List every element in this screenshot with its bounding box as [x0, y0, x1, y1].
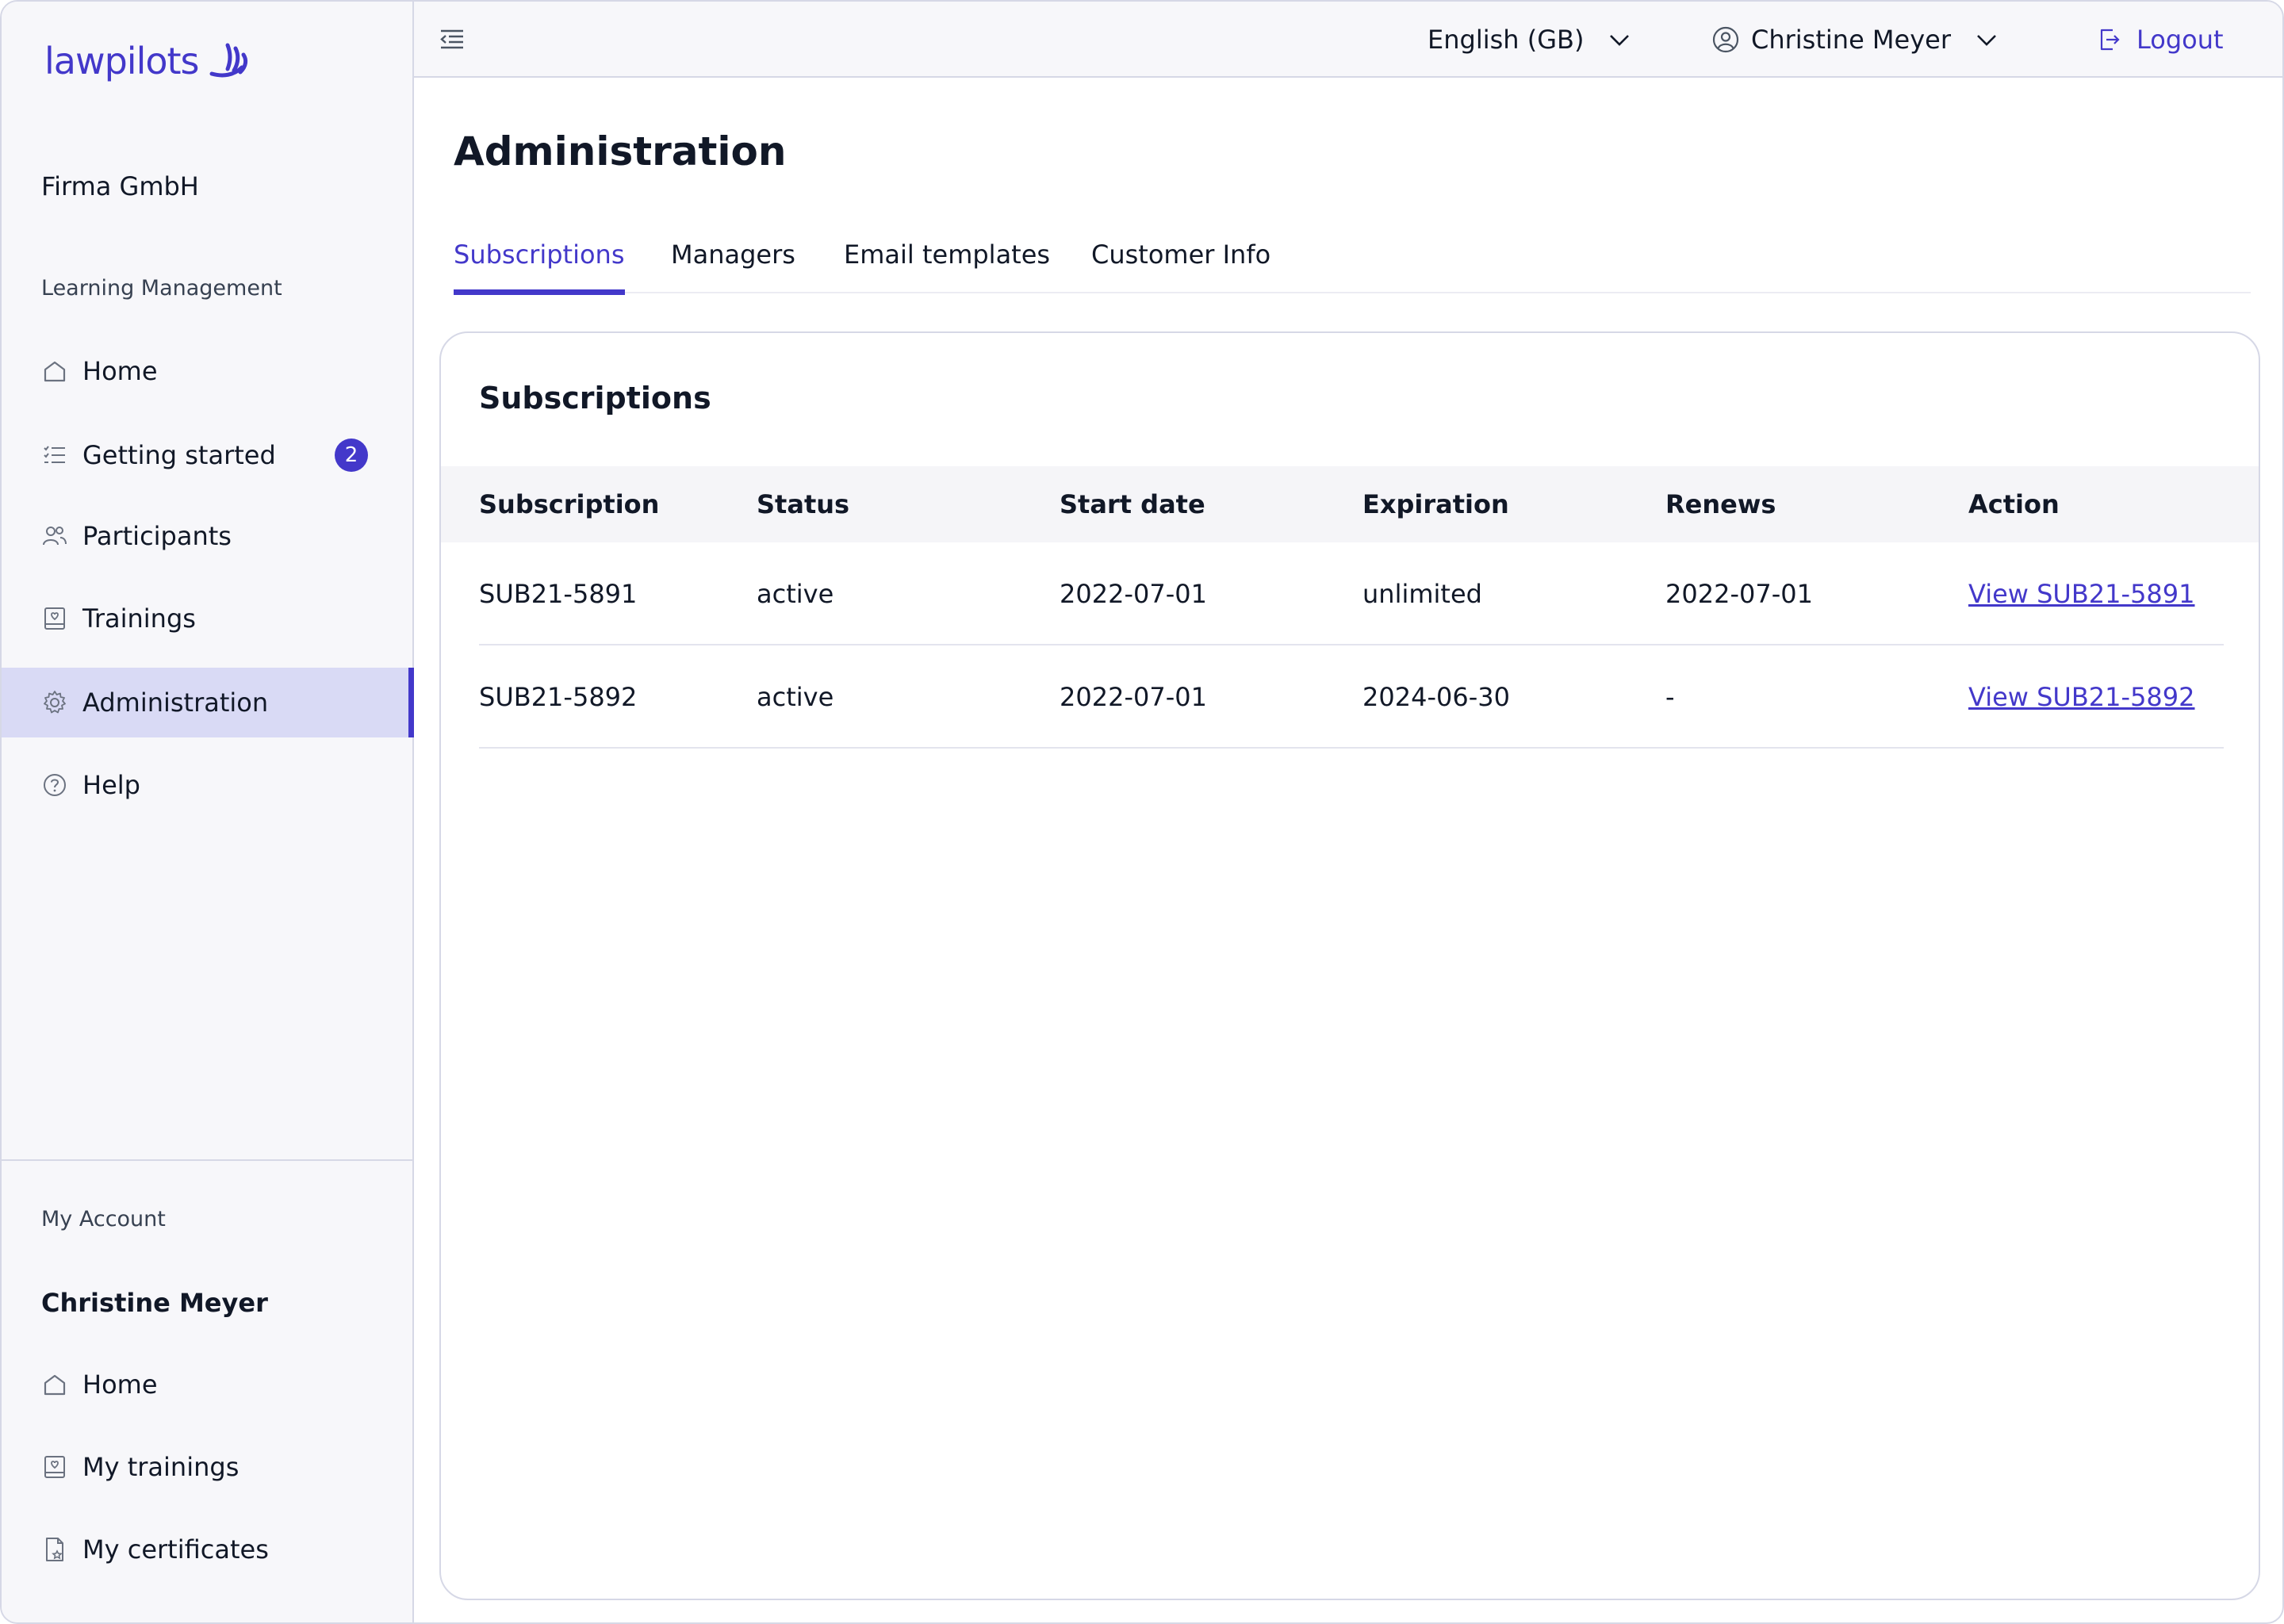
view-subscription-link[interactable]: View SUB21-5891 [1968, 579, 2195, 609]
logo-text: lawpilots [44, 40, 199, 82]
column-header-action: Action [1968, 489, 2060, 519]
cell-subscription-id: SUB21-5892 [479, 682, 638, 712]
subscriptions-card: Subscriptions Subscription Status Start … [439, 331, 2260, 1600]
app-window: lawpilots Firma GmbH Learning Management… [0, 0, 2284, 1624]
sidebar-item-help[interactable]: Help [2, 750, 414, 820]
help-icon [41, 772, 68, 799]
language-label: English (GB) [1428, 25, 1585, 55]
account-name: Christine Meyer [41, 1288, 268, 1318]
sidebar-item-participants[interactable]: Participants [2, 501, 414, 571]
home-icon [41, 358, 68, 385]
sidebar-item-label: Home [82, 1369, 158, 1400]
column-header-start-date: Start date [1060, 489, 1205, 519]
sidebar-item-label: Administration [82, 688, 269, 718]
user-name-label: Christine Meyer [1751, 25, 1951, 55]
sidebar-divider [2, 1159, 414, 1161]
table-header: Subscription Status Start date Expiratio… [441, 466, 2259, 542]
sidebar-item-administration[interactable]: Administration [2, 668, 414, 737]
tab-bar: Subscriptions Managers Email templates C… [454, 232, 2251, 295]
cell-status: active [757, 682, 834, 712]
users-icon [41, 523, 68, 550]
sidebar-item-account-home[interactable]: Home [2, 1350, 414, 1419]
tab-managers[interactable]: Managers [671, 232, 795, 293]
training-icon [41, 605, 68, 632]
logout-label: Logout [2136, 25, 2224, 55]
organization-name: Firma GmbH [41, 171, 199, 201]
sidebar: lawpilots Firma GmbH Learning Management… [2, 2, 414, 1622]
column-header-renews: Renews [1665, 489, 1776, 519]
sidebar-item-label: My certificates [82, 1534, 269, 1565]
table-row: SUB21-5892 active 2022-07-01 2024-06-30 … [479, 645, 2224, 749]
sidebar-item-home[interactable]: Home [2, 336, 414, 406]
section-label-learning: Learning Management [41, 276, 282, 301]
view-subscription-link[interactable]: View SUB21-5892 [1968, 682, 2195, 712]
chevron-down-icon [1610, 35, 1630, 46]
cell-renews: 2022-07-01 [1665, 579, 1813, 609]
logo[interactable]: lawpilots [44, 33, 251, 89]
sidebar-item-trainings[interactable]: Trainings [2, 584, 414, 653]
column-header-expiration: Expiration [1362, 489, 1509, 519]
user-menu[interactable]: Christine Meyer [1711, 2, 2000, 78]
sidebar-item-my-trainings[interactable]: My trainings [2, 1432, 414, 1502]
logo-wing-icon [209, 43, 247, 78]
table-row: SUB21-5891 active 2022-07-01 unlimited 2… [479, 542, 2224, 645]
cell-action: View SUB21-5892 [1968, 645, 2195, 749]
cell-status: active [757, 579, 834, 609]
top-bar: English (GB) Christine Meyer Logout [414, 2, 2282, 78]
tab-email-templates[interactable]: Email templates [844, 232, 1050, 293]
sidebar-item-label: Getting started [82, 440, 276, 470]
gear-icon [41, 689, 68, 716]
cell-renews: - [1665, 682, 1675, 712]
language-selector[interactable]: English (GB) [1428, 2, 1633, 78]
logout-icon [2100, 29, 2120, 51]
sidebar-item-label: Trainings [82, 603, 196, 634]
card-title: Subscriptions [479, 381, 711, 416]
sidebar-item-my-certificates[interactable]: My certificates [2, 1515, 414, 1584]
training-icon [41, 1454, 68, 1480]
collapse-sidebar-button[interactable] [436, 24, 468, 56]
cell-expiration: 2024-06-30 [1362, 682, 1510, 712]
cell-subscription-id: SUB21-5891 [479, 579, 638, 609]
tab-subscriptions[interactable]: Subscriptions [454, 232, 625, 295]
column-header-status: Status [757, 489, 850, 519]
sidebar-item-label: Home [82, 356, 158, 386]
collapse-menu-icon [440, 29, 463, 49]
section-label-account: My Account [41, 1207, 166, 1231]
cell-start-date: 2022-07-01 [1060, 682, 1207, 712]
sidebar-item-label: Help [82, 770, 140, 800]
certificate-icon [41, 1536, 68, 1563]
page-title: Administration [454, 128, 787, 174]
cell-expiration: unlimited [1362, 579, 1482, 609]
logout-button[interactable]: Logout [2097, 2, 2224, 78]
notification-badge: 2 [335, 439, 368, 472]
column-header-subscription: Subscription [479, 489, 660, 519]
home-icon [41, 1371, 68, 1398]
sidebar-item-label: My trainings [82, 1452, 240, 1482]
cell-action: View SUB21-5891 [1968, 542, 2195, 645]
user-avatar-icon [1712, 26, 1739, 53]
tab-customer-info[interactable]: Customer Info [1091, 232, 1270, 293]
sidebar-item-getting-started[interactable]: Getting started 2 [2, 420, 414, 490]
cell-start-date: 2022-07-01 [1060, 579, 1207, 609]
chevron-down-icon [1977, 35, 1996, 46]
checklist-icon [41, 442, 68, 469]
sidebar-item-label: Participants [82, 521, 232, 551]
